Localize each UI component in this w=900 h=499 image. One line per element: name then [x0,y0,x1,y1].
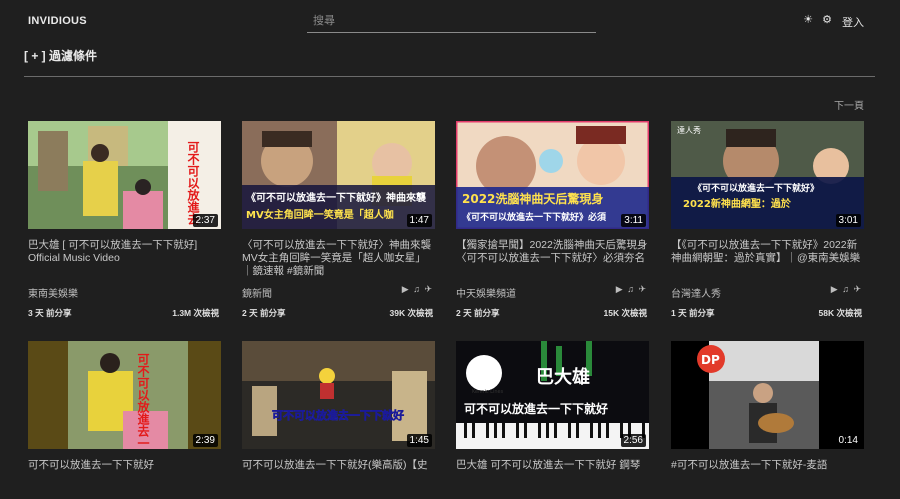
share-icon[interactable]: ✈ [853,284,862,294]
channel-name[interactable]: 鏡新聞 [242,289,272,300]
thumbnail-text: 可不可以放進去一下下就好 [272,408,404,422]
video-title[interactable]: #可不可以放進去一下下就好-麦語 [671,459,864,499]
video-duration: 2:39 [192,434,218,447]
share-icon[interactable]: ✈ [638,284,647,294]
upload-age: 2 天 前分享 [242,308,286,318]
search-input[interactable] [307,10,596,33]
video-title[interactable]: 【獨家搶早聞】2022洗腦神曲天后驚現身〈可不可以放進去一下下就好〉必須夯名 [456,239,649,279]
video-thumbnail[interactable]: Kennic Lines 巴大雄 可不可以放進去一下下就好 2:56 [456,341,649,449]
video-thumbnail[interactable]: 《可不可以放進去一下下就好》神曲來襲 MV女主角回眸一笑竟是「超人咖 1:47 [242,121,435,229]
audio-icon[interactable]: ♫ [842,284,850,294]
filter-toggle[interactable]: [ + ] 過濾條件 [24,47,97,64]
video-thumbnail[interactable]: 可不可以放進去一下下就好 2:39 [28,341,221,449]
thumbnail-text: 可不可以放進去一下下就好 [464,401,608,416]
youtube-icon[interactable]: ▶ [616,284,624,294]
action-icons: ▶ ♫ ✈ [831,284,862,295]
video-card: 2022洗腦神曲天后驚現身 《可不可以放進去一下下就好》必須 3:11 【獨家搶… [456,121,649,319]
thumbnail-text: 達人秀 [677,125,701,135]
video-thumbnail[interactable]: 《可不可以放進去一下下就好》 2022新神曲網聖：過於 達人秀 3:01 [671,121,864,229]
video-thumbnail[interactable]: DP 0:14 [671,341,864,449]
sun-icon[interactable]: ☀ [802,14,814,26]
view-count: 15K 次檢視 [603,308,647,318]
video-card: 可不可以放進去一下下就好 2:37 巴大雄 [ 可不可以放進去一下下就好] Of… [28,121,221,319]
video-card: Kennic Lines 巴大雄 可不可以放進去一下下就好 2:56 巴大雄 可… [456,341,649,499]
video-card: 《可不可以放進去一下下就好》神曲來襲 MV女主角回眸一笑竟是「超人咖 1:47 … [242,121,435,319]
video-duration: 3:01 [835,214,861,227]
audio-icon[interactable]: ♫ [627,284,635,294]
gear-icon[interactable]: ⚙ [821,14,833,26]
video-duration: 1:45 [406,434,432,447]
video-title[interactable]: 可不可以放進去一下下就好(樂高版)【史 [242,459,435,499]
video-title[interactable]: 巴大雄 [ 可不可以放進去一下下就好] Official Music Video [28,239,221,279]
thumbnail-text: 巴大雄 [536,366,590,388]
view-count: 1.3M 次檢視 [172,308,219,318]
channel-name[interactable]: 中天娛樂頻道 [456,289,516,300]
video-card: 可不可以放進去一下下就好 1:45 可不可以放進去一下下就好(樂高版)【史 [242,341,435,499]
next-page-link[interactable]: 下一頁 [834,97,864,112]
view-count: 58K 次檢視 [818,308,862,318]
brand-logo[interactable]: INVIDIOUS [28,15,87,27]
upload-age: 2 天 前分享 [456,308,500,318]
divider [24,76,875,77]
video-duration: 2:37 [192,214,218,227]
channel-name[interactable]: 台灣達人秀 [671,289,721,300]
video-card: 《可不可以放進去一下下就好》 2022新神曲網聖：過於 達人秀 3:01 【《可… [671,121,864,319]
youtube-icon[interactable]: ▶ [402,284,410,294]
video-title[interactable]: 可不可以放進去一下下就好 [28,459,221,499]
thumbnail-text: 2022洗腦神曲天后驚現身 [462,191,603,206]
top-bar: INVIDIOUS ☀ ⚙ 登入 [0,0,900,42]
thumbnail-text: 可不可以放進去一下下就好 [136,353,150,449]
video-title[interactable]: 〈可不可以放進去一下下就好〉神曲來襲 MV女主角回眸一笑竟是「超人咖女星」｜鏡速… [242,239,435,279]
audio-icon[interactable]: ♫ [413,284,421,294]
video-duration: 3:11 [621,214,646,227]
video-duration: 0:14 [835,434,861,447]
action-icons: ▶ ♫ ✈ [402,284,433,295]
thumbnail-text: DP [701,353,720,367]
video-thumbnail[interactable]: 可不可以放進去一下下就好 2:37 [28,121,221,229]
upload-age: 3 天 前分享 [28,308,72,318]
thumbnail-text: 《可不可以放進去一下下就好》必須 [462,211,607,223]
video-duration: 1:47 [406,214,432,227]
channel-name[interactable]: 東南美娛樂 [28,289,78,300]
view-count: 39K 次檢視 [389,308,433,318]
video-card: DP 0:14 #可不可以放進去一下下就好-麦語 [671,341,864,499]
video-title[interactable]: 巴大雄 可不可以放進去一下下就好 鋼琴 [456,459,649,499]
login-link[interactable]: 登入 [842,14,864,30]
video-duration: 2:56 [620,434,646,447]
video-thumbnail[interactable]: 可不可以放進去一下下就好 1:45 [242,341,435,449]
thumbnail-text: 《可不可以放進去一下下就好》神曲來襲 [246,191,427,204]
video-thumbnail[interactable]: 2022洗腦神曲天后驚現身 《可不可以放進去一下下就好》必須 3:11 [456,121,649,229]
thumbnail-text: 2022新神曲網聖：過於 [683,197,792,210]
share-icon[interactable]: ✈ [424,284,433,294]
action-icons: ▶ ♫ ✈ [616,284,647,295]
video-title[interactable]: 【《可不可以放進去一下下就好》2022新神曲網朝聖：過於真實】｜@東南美娛樂 [671,239,864,279]
youtube-icon[interactable]: ▶ [831,284,839,294]
upload-age: 1 天 前分享 [671,308,715,318]
thumbnail-text: Kennic Lines [472,389,504,395]
video-card: 可不可以放進去一下下就好 2:39 可不可以放進去一下下就好 [28,341,221,499]
thumbnail-text: MV女主角回眸一笑竟是「超人咖 [246,208,394,221]
thumbnail-text: 《可不可以放進去一下下就好》 [693,182,819,194]
